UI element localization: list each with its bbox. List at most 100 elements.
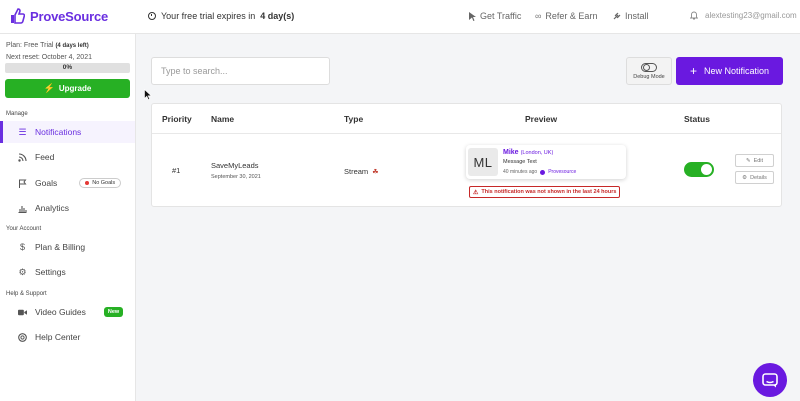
details-button[interactable]: ⚙ Details [735, 171, 774, 184]
flag-icon [19, 179, 27, 188]
trial-notice: Your free trial expires in 4 day(s) [148, 11, 294, 21]
user-email: alextesting23@gmail.com [705, 11, 797, 20]
sidebar-item-label: Feed [35, 152, 55, 162]
section-help-support: Help & Support [6, 291, 47, 297]
thumbs-up-logo-icon [11, 8, 25, 24]
lifebuoy-icon [18, 332, 27, 342]
row-date: September 30, 2021 [211, 174, 261, 180]
column-header-priority: Priority [162, 114, 192, 124]
debug-mode-button[interactable]: Debug Mode [626, 57, 672, 85]
notifications-table: Priority Name Type Preview Status #1 Sav… [151, 103, 782, 207]
cursor-arrow-icon [469, 11, 476, 21]
edit-button[interactable]: ✎ Edit [735, 154, 774, 167]
sidebar-item-video-guides[interactable]: Video Guides New [0, 301, 135, 323]
preview-source: Provesource [548, 169, 577, 175]
status-dot-icon [85, 181, 90, 185]
no-goals-badge: No Goals [79, 178, 122, 188]
dollar-icon: $ [19, 242, 25, 252]
app-name: ProveSource [30, 8, 109, 24]
mouse-pointer-icon [144, 89, 152, 100]
sidebar-item-feed[interactable]: Feed [0, 146, 135, 168]
sidebar-item-label: Goals [35, 178, 58, 188]
clock-icon [148, 12, 156, 20]
get-traffic-link[interactable]: Get Traffic [469, 11, 521, 21]
plan-info: Plan: Free Trial (4 days left) Next rese… [6, 40, 92, 63]
install-link[interactable]: Install [613, 11, 649, 21]
usage-progress-bar: 0% [5, 63, 130, 73]
sidebar-item-goals[interactable]: Goals No Goals [0, 172, 135, 194]
usage-progress-label: 0% [62, 64, 73, 71]
column-header-type: Type [344, 114, 364, 124]
plan-days-left: (4 days left) [55, 43, 89, 49]
menu-icon: ☰ [18, 126, 27, 137]
trial-days: 4 day(s) [260, 11, 295, 21]
section-manage: Manage [6, 111, 28, 117]
next-reset: Next reset: October 4, 2021 [6, 54, 92, 61]
sidebar-item-label: Help Center [35, 332, 81, 342]
gear-icon: ⚙ [18, 266, 27, 277]
get-traffic-label: Get Traffic [480, 11, 522, 21]
video-camera-icon [18, 309, 27, 315]
sidebar-item-label: Settings [35, 267, 66, 277]
app-logo[interactable]: ProveSource [9, 8, 108, 24]
status-toggle[interactable] [684, 162, 714, 177]
column-header-name: Name [211, 114, 235, 124]
sidebar-item-notifications[interactable]: ☰ Notifications [0, 121, 135, 143]
warning-text: This notification was not shown in the l… [481, 189, 617, 195]
user-menu[interactable]: alextesting23@gmail.com [705, 11, 800, 20]
rss-icon [18, 152, 27, 162]
row-priority: #1 [172, 166, 181, 175]
edit-label: Edit [753, 157, 764, 164]
sidebar-item-label: Video Guides [35, 307, 86, 317]
refer-earn-label: Refer & Earn [545, 11, 598, 21]
handshake-icon: ∞ [535, 11, 542, 21]
plus-icon: + [689, 64, 697, 78]
warning-triangle-icon: ⚠ [473, 189, 479, 196]
bar-chart-icon [18, 205, 27, 213]
chat-launcher-button[interactable] [753, 363, 787, 397]
row-type-label: Stream [344, 167, 369, 176]
section-your-account: Your Account [6, 226, 42, 232]
sidebar-item-label: Analytics [35, 203, 70, 213]
avatar: ML [468, 148, 498, 176]
sidebar-item-settings[interactable]: ⚙ Settings [0, 261, 135, 283]
trial-prefix: Your free trial expires in [161, 11, 256, 21]
new-notification-button[interactable]: + New Notification [676, 57, 783, 85]
sidebar-item-help-center[interactable]: Help Center [0, 326, 135, 348]
preview-message: Message Text [503, 159, 537, 165]
refer-earn-link[interactable]: ∞ Refer & Earn [535, 11, 597, 21]
sidebar-item-label: Plan & Billing [35, 242, 86, 252]
lightning-icon: ⚡ [43, 83, 55, 93]
preview-time: 40 minutes ago [503, 169, 538, 175]
sidebar-item-plan-billing[interactable]: $ Plan & Billing [0, 236, 135, 258]
column-header-preview: Preview [525, 114, 558, 124]
preview-person: Mike (London, UK) [503, 149, 553, 156]
row-name[interactable]: SaveMyLeads [211, 161, 259, 170]
sidebar-item-label: Notifications [35, 127, 82, 137]
preview-person-name: Mike [503, 149, 519, 156]
toggle-icon [641, 62, 657, 72]
top-bar: ProveSource Your free trial expires in 4… [0, 0, 800, 34]
debug-mode-label: Debug Mode [633, 73, 665, 80]
row-type: Stream ☘ [344, 167, 378, 176]
table-header: Priority Name Type Preview Status [152, 104, 781, 134]
details-label: Details [750, 174, 767, 181]
plan-label: Plan: [6, 42, 22, 49]
plug-icon [613, 12, 621, 20]
new-badge: New [103, 307, 124, 317]
sidebar-item-analytics[interactable]: Analytics [0, 197, 135, 219]
install-label: Install [625, 11, 649, 21]
new-notification-label: New Notification [703, 66, 770, 76]
notification-preview: ML Mike (London, UK) Message Text 40 minu… [466, 145, 626, 179]
not-shown-warning: ⚠ This notification was not shown in the… [469, 186, 621, 198]
preview-location: (London, UK) [520, 150, 554, 156]
search-input[interactable] [151, 57, 330, 85]
upgrade-label: Upgrade [58, 84, 92, 93]
no-goals-label: No Goals [92, 180, 116, 186]
preview-meta: 40 minutes ago Provesource [503, 169, 576, 175]
bell-icon[interactable] [690, 11, 698, 20]
gear-icon: ⚙ [742, 174, 748, 181]
sidebar: Plan: Free Trial (4 days left) Next rese… [0, 34, 136, 401]
chat-icon [762, 372, 778, 387]
upgrade-button[interactable]: ⚡ Upgrade [5, 79, 130, 98]
